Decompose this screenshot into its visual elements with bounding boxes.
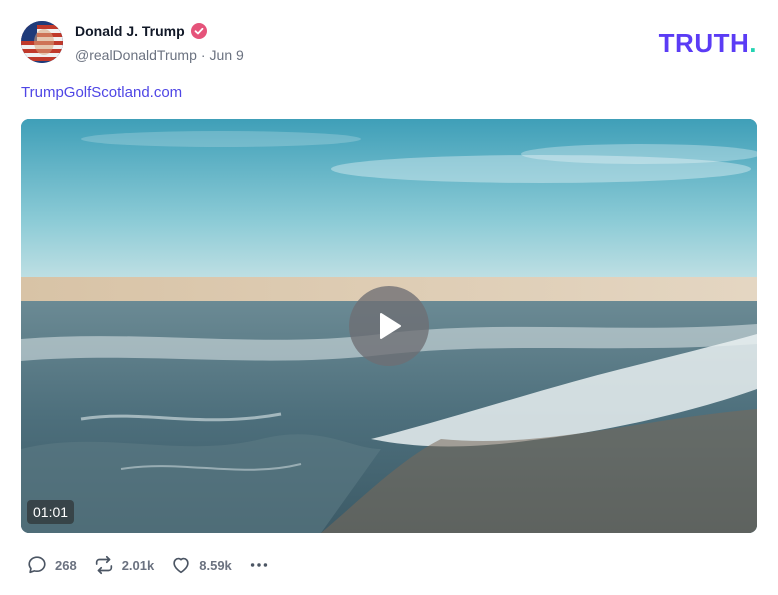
author-name[interactable]: Donald J. Trump	[75, 23, 185, 39]
verified-badge-icon	[190, 23, 207, 39]
play-button[interactable]	[349, 286, 429, 366]
logo-period: .	[749, 28, 757, 58]
play-icon	[380, 313, 401, 339]
avatar[interactable]	[21, 21, 63, 63]
post-meta: @realDonaldTrump · Jun 9	[75, 47, 244, 63]
reply-count: 268	[55, 557, 77, 573]
post-date[interactable]: Jun 9	[210, 47, 244, 63]
truth-logo[interactable]: TRUTH.	[659, 28, 757, 59]
like-count: 8.59k	[199, 557, 232, 573]
meta-separator: ·	[200, 47, 206, 63]
comment-icon	[28, 556, 46, 574]
like-button[interactable]: 8.59k	[170, 554, 232, 576]
video-duration: 01:01	[27, 500, 75, 524]
more-options-button[interactable]	[248, 554, 270, 576]
logo-word: TRUTH	[658, 28, 750, 58]
more-icon	[250, 563, 267, 567]
repost-button[interactable]: 2.01k	[93, 554, 155, 576]
user-handle[interactable]: @realDonaldTrump	[75, 47, 197, 63]
truth-post: Donald J. Trump @realDonaldTrump · Jun 9 T…	[0, 0, 778, 595]
reply-button[interactable]: 268	[26, 554, 77, 576]
post-actions: 268 2.01k 8.59k	[26, 553, 270, 577]
heart-icon	[173, 557, 189, 574]
video-player[interactable]: 01:01	[21, 119, 757, 533]
repost-icon	[95, 555, 112, 575]
post-link[interactable]: TrumpGolfScotland.com	[21, 84, 182, 101]
repost-count: 2.01k	[121, 557, 155, 573]
author-row: Donald J. Trump	[75, 23, 207, 39]
